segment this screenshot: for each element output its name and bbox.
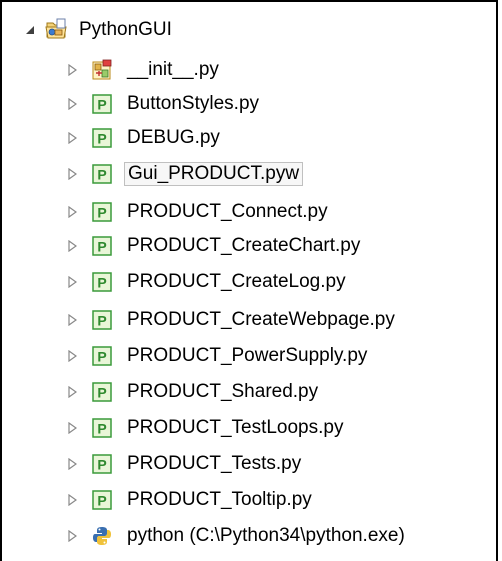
python-file-icon: P [90,162,114,186]
collapsed-arrow-icon[interactable] [66,205,78,219]
svg-text:P: P [97,275,106,291]
project-folder-icon [44,18,68,42]
interpreter-label: python (C:\Python34\python.exe) [127,525,405,546]
file-label: PRODUCT_CreateLog.py [127,271,346,292]
collapsed-arrow-icon[interactable] [66,167,78,181]
file-label: PRODUCT_PowerSupply.py [127,345,368,366]
collapsed-arrow-icon[interactable] [66,97,78,111]
collapsed-arrow-icon[interactable] [66,457,78,471]
file-label: PRODUCT_Tooltip.py [127,489,312,510]
collapsed-arrow-icon[interactable] [66,131,78,145]
file-label: Gui_PRODUCT.pyw [124,162,304,186]
file-label: ButtonStyles.py [127,93,260,114]
file-label: PRODUCT_Tests.py [127,453,302,474]
tree-item-file[interactable]: P PRODUCT_Tooltip.py [66,484,315,516]
collapsed-arrow-icon[interactable] [66,313,78,327]
project-explorer-panel: PythonGUI __init__.py P ButtonStyles.py … [0,0,498,561]
file-label: __init__.py [127,59,219,80]
file-label: DEBUG.py [127,127,220,148]
python-interpreter-icon [90,524,114,548]
tree-item-file[interactable]: P ButtonStyles.py [66,88,262,120]
svg-text:P: P [97,385,106,401]
svg-text:P: P [97,313,106,329]
tree-item-file[interactable]: __init__.py [66,54,222,86]
svg-text:P: P [97,421,106,437]
tree-item-file[interactable]: P PRODUCT_Connect.py [66,196,331,228]
collapsed-arrow-icon[interactable] [66,275,78,289]
tree-item-file[interactable]: P PRODUCT_CreateChart.py [66,230,363,262]
python-file-icon: P [90,200,114,224]
tree-item-file[interactable]: P PRODUCT_Shared.py [66,376,321,408]
svg-text:P: P [97,167,106,183]
svg-text:P: P [97,349,106,365]
tree-item-file[interactable]: P PRODUCT_CreateLog.py [66,266,349,298]
collapsed-arrow-icon[interactable] [66,349,78,363]
svg-text:P: P [97,239,106,255]
file-label: PRODUCT_CreateChart.py [127,235,361,256]
file-label: PRODUCT_CreateWebpage.py [127,309,395,330]
project-name: PythonGUI [79,19,172,40]
collapsed-arrow-icon[interactable] [66,63,78,77]
file-label: PRODUCT_Shared.py [127,381,319,402]
expanded-arrow-icon[interactable] [24,23,36,37]
svg-text:P: P [97,131,106,147]
python-file-icon: P [90,234,114,258]
tree-item-file[interactable]: P PRODUCT_PowerSupply.py [66,340,370,372]
python-file-icon: P [90,308,114,332]
python-file-icon: P [90,380,114,404]
python-file-icon: P [90,344,114,368]
tree-item-file[interactable]: P PRODUCT_TestLoops.py [66,412,346,444]
python-file-icon: P [90,452,114,476]
python-file-icon: P [90,488,114,512]
svg-text:P: P [97,493,106,509]
python-file-icon: P [90,270,114,294]
collapsed-arrow-icon[interactable] [66,239,78,253]
tree-item-file[interactable]: P DEBUG.py [66,122,223,154]
collapsed-arrow-icon[interactable] [66,529,78,543]
file-label: PRODUCT_Connect.py [127,201,328,222]
collapsed-arrow-icon[interactable] [66,421,78,435]
tree-item-file[interactable]: P PRODUCT_Tests.py [66,448,304,480]
collapsed-arrow-icon[interactable] [66,385,78,399]
svg-text:P: P [97,205,106,221]
tree-item-interpreter[interactable]: python (C:\Python34\python.exe) [66,520,408,552]
tree-item-project[interactable]: PythonGUI [24,14,175,46]
tree-item-file[interactable]: P PRODUCT_CreateWebpage.py [66,304,398,336]
svg-text:P: P [97,97,106,113]
python-file-icon: P [90,126,114,150]
file-label: PRODUCT_TestLoops.py [127,417,344,438]
python-file-icon: P [90,416,114,440]
init-module-icon [90,58,114,82]
python-file-icon: P [90,92,114,116]
tree-item-file-selected[interactable]: P Gui_PRODUCT.pyw [66,158,304,190]
collapsed-arrow-icon[interactable] [66,493,78,507]
svg-text:P: P [97,457,106,473]
